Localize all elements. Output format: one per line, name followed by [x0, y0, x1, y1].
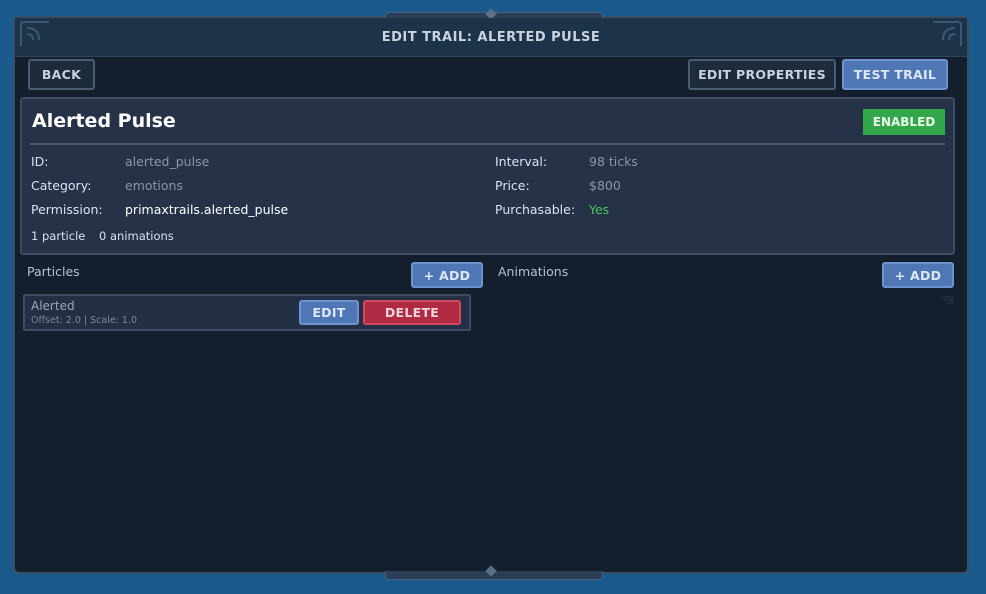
test-trail-button[interactable]: TEST TRAIL — [842, 59, 948, 90]
diamond-ornament-icon — [485, 565, 497, 577]
delete-particle-button[interactable]: DELETE — [363, 300, 461, 325]
title-bar: EDIT TRAIL: ALERTED PULSE — [15, 18, 967, 57]
drag-handle-icon — [942, 296, 954, 304]
particle-meta: Offset: 2.0 | Scale: 1.0 — [31, 315, 137, 326]
particle-count: 1 particle — [31, 229, 86, 243]
price-value: $800 — [589, 178, 621, 193]
window-title: EDIT TRAIL: ALERTED PULSE — [381, 29, 601, 45]
divider — [30, 143, 945, 145]
particle-name: Alerted — [31, 299, 75, 313]
corner-ornament-icon — [20, 21, 49, 46]
category-value: emotions — [125, 178, 183, 193]
add-particle-button[interactable]: + ADD — [411, 262, 483, 288]
purchasable-value: Yes — [589, 202, 610, 217]
category-label: Category: — [31, 178, 92, 193]
id-label: ID: — [31, 154, 49, 169]
status-badge: ENABLED — [863, 109, 945, 135]
particles-section-label: Particles — [27, 264, 80, 279]
bottom-ornament — [385, 565, 603, 580]
corner-ornament-icon — [933, 21, 962, 46]
particle-list-item: Alerted Offset: 2.0 | Scale: 1.0 EDIT DE… — [23, 294, 471, 331]
trail-name: Alerted Pulse — [32, 110, 176, 132]
element-counts: 1 particle 0 animations — [31, 229, 184, 243]
animation-count: 0 animations — [99, 229, 174, 243]
interval-label: Interval: — [495, 154, 548, 169]
interval-value: 98 ticks — [589, 154, 638, 169]
edit-particle-button[interactable]: EDIT — [299, 300, 359, 325]
purchasable-label: Purchasable: — [495, 202, 576, 217]
edit-trail-window: EDIT TRAIL: ALERTED PULSE BACK EDIT PROP… — [13, 8, 969, 580]
permission-value: primaxtrails.alerted_pulse — [125, 202, 289, 217]
add-animation-button[interactable]: + ADD — [882, 262, 954, 288]
back-button[interactable]: BACK — [28, 59, 95, 90]
id-value: alerted_pulse — [125, 154, 210, 169]
trail-info-panel: Alerted Pulse ENABLED ID: alerted_pulse … — [20, 97, 955, 255]
animations-section-label: Animations — [498, 264, 569, 279]
price-label: Price: — [495, 178, 530, 193]
edit-properties-button[interactable]: EDIT PROPERTIES — [688, 59, 836, 90]
permission-label: Permission: — [31, 202, 103, 217]
